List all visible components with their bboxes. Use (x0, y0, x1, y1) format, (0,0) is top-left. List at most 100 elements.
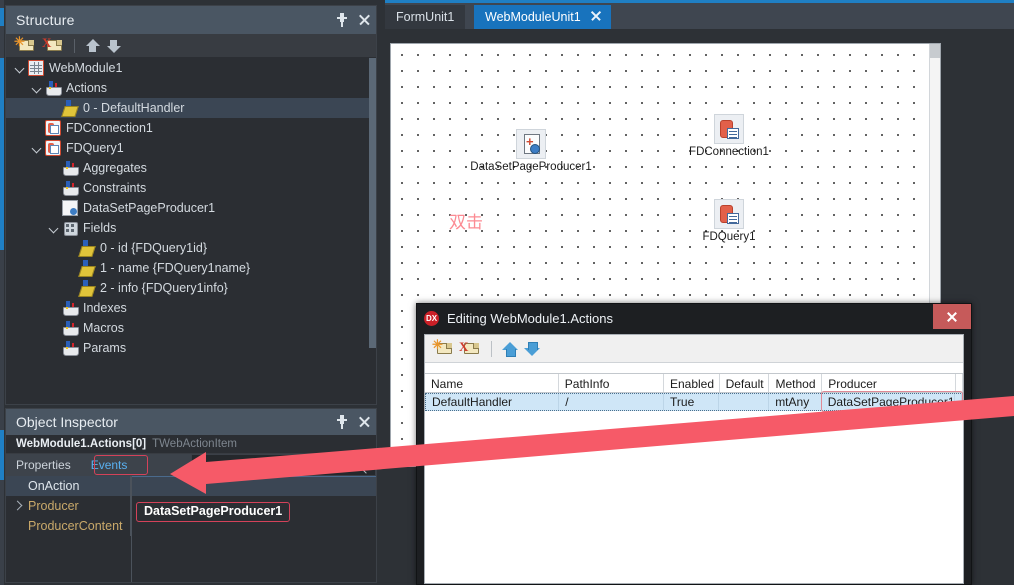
selected-object-name: WebModule1.Actions[0] (16, 438, 147, 450)
column-header-pathinfo[interactable]: PathInfo (559, 374, 664, 392)
tree-node-label: WebModule1 (49, 61, 123, 75)
db-icon (45, 120, 61, 136)
tree-node-constraints[interactable]: Constraints (6, 178, 376, 198)
grid-icon (28, 60, 44, 76)
object-inspector-header: Object Inspector (6, 409, 376, 435)
blue-arrow-down-icon[interactable] (524, 340, 541, 358)
table-row[interactable]: DefaultHandler / True mtAny DataSetPageProdu… (425, 393, 963, 411)
tree-node-aggregates[interactable]: Aggregates (6, 158, 376, 178)
field-icon (62, 100, 78, 116)
property-value[interactable] (131, 476, 376, 496)
actions-grid[interactable]: Name PathInfo Enabled Default Method Producer… (425, 373, 963, 583)
delete-document-icon[interactable]: X (42, 36, 64, 55)
search-icon (354, 459, 367, 472)
collection-icon (62, 300, 79, 316)
tab-formunit1[interactable]: FormUnit1 (385, 5, 466, 29)
column-header-method[interactable]: Method (769, 374, 823, 392)
tree-node-0-defaulthandler[interactable]: 0 - DefaultHandler (6, 98, 376, 118)
cell-blank[interactable] (955, 394, 963, 410)
scrollbar-thumb[interactable] (369, 58, 376, 348)
blue-arrow-up-icon[interactable] (502, 340, 519, 358)
component-fdquery1[interactable]: FDQuery1 (664, 199, 794, 243)
tabbar-accent-line (385, 0, 1014, 3)
property-row-onaction[interactable]: OnAction (6, 476, 376, 496)
cell-method[interactable]: mtAny (769, 394, 822, 410)
new-document-icon[interactable]: ✳ (432, 338, 454, 359)
property-name: Producer (6, 496, 131, 516)
component-fdconnection1[interactable]: FDConnection1 (664, 114, 794, 158)
pin-icon[interactable] (336, 13, 348, 27)
tree-node-webmodule1[interactable]: WebModule1 (6, 58, 376, 78)
property-name: OnAction (6, 476, 131, 496)
tree-node-1-name-fdquery1name[interactable]: 1 - name {FDQuery1name} (6, 258, 376, 278)
tree-node-label: Fields (83, 221, 117, 235)
column-header-default[interactable]: Default (720, 374, 770, 392)
object-inspector-grid[interactable]: OnAction Producer ProducerContent DataSetPa… (6, 476, 376, 582)
structure-tree[interactable]: WebModule1 Actions 0 - DefaultHandler FDCon… (6, 58, 376, 404)
tree-node-label: Constraints (83, 181, 147, 195)
tree-node-2-info-fdquery1info[interactable]: 2 - info {FDQuery1info} (6, 278, 376, 298)
chevron-down-icon[interactable] (31, 82, 44, 95)
chevron-down-icon[interactable] (14, 62, 27, 75)
chevron-down-icon[interactable] (31, 142, 44, 155)
new-document-icon[interactable]: ✳ (14, 35, 36, 55)
collection-icon (62, 160, 79, 176)
tab-events[interactable]: Events (81, 454, 138, 476)
dialog-title-bar[interactable]: DX Editing WebModule1.Actions (417, 304, 971, 332)
tab-properties[interactable]: Properties (6, 454, 81, 476)
tree-node-fdquery1[interactable]: FDQuery1 (6, 138, 376, 158)
tree-node-indexes[interactable]: Indexes (6, 298, 376, 318)
column-header-producer[interactable]: Producer (822, 374, 956, 392)
tree-node-macros[interactable]: Macros (6, 318, 376, 338)
close-tab-icon[interactable] (590, 10, 602, 22)
close-icon[interactable] (358, 415, 370, 429)
object-inspector-search-input[interactable] (191, 454, 376, 476)
tree-node-fields[interactable]: Fields (6, 218, 376, 238)
tree-node-0-id-fdquery1id[interactable]: 0 - id {FDQuery1id} (6, 238, 376, 258)
pin-icon[interactable] (336, 415, 348, 429)
arrow-down-icon[interactable] (106, 38, 121, 54)
property-name-label: OnAction (28, 479, 80, 493)
property-name: ProducerContent (6, 516, 131, 536)
column-header-enabled[interactable]: Enabled (664, 374, 720, 392)
structure-scrollbar[interactable] (369, 58, 376, 404)
producer-value-highlight[interactable]: DataSetPageProducer1 (136, 502, 291, 522)
cell-enabled[interactable]: True (664, 394, 720, 410)
component-datasetpageproducer1[interactable]: DataSetPageProducer1 (466, 129, 596, 173)
cell-producer[interactable]: DataSetPageProducer1 (822, 394, 956, 410)
chevron-down-icon[interactable] (48, 222, 61, 235)
delete-document-icon[interactable]: X (459, 339, 481, 359)
component-label: FDQuery1 (702, 231, 756, 243)
column-header-blank[interactable] (956, 374, 963, 392)
property-name-label: ProducerContent (28, 519, 123, 533)
tree-node-label: 2 - info {FDQuery1info} (100, 281, 228, 295)
cell-default[interactable] (719, 394, 770, 410)
close-icon[interactable] (358, 13, 370, 27)
tree-node-params[interactable]: Params (6, 338, 376, 358)
field-icon (79, 280, 95, 296)
tree-node-actions[interactable]: Actions (6, 78, 376, 98)
scrollbar-thumb[interactable] (930, 44, 940, 58)
cell-pathinfo[interactable]: / (559, 394, 665, 410)
tree-node-datasetpageproducer1[interactable]: DataSetPageProducer1 (6, 198, 376, 218)
tree-node-fdconnection1[interactable]: FDConnection1 (6, 118, 376, 138)
tab-webmoduleunit1[interactable]: WebModuleUnit1 (474, 5, 611, 29)
object-inspector-object-selector[interactable]: WebModule1.Actions[0] TWebActionItem (6, 435, 376, 454)
arrow-up-icon[interactable] (85, 38, 100, 54)
close-icon[interactable] (933, 304, 971, 329)
actions-grid-header: Name PathInfo Enabled Default Method Producer (425, 373, 963, 393)
column-header-name[interactable]: Name (425, 374, 559, 392)
chevron-right-icon[interactable] (13, 501, 22, 511)
cell-name[interactable]: DefaultHandler (426, 394, 560, 410)
structure-panel-title: Structure (16, 12, 75, 28)
dialog-body: ✳ X Name PathInfo Enabled Default Method Prod… (424, 334, 964, 584)
double-click-annotation: 双击 (449, 213, 483, 233)
